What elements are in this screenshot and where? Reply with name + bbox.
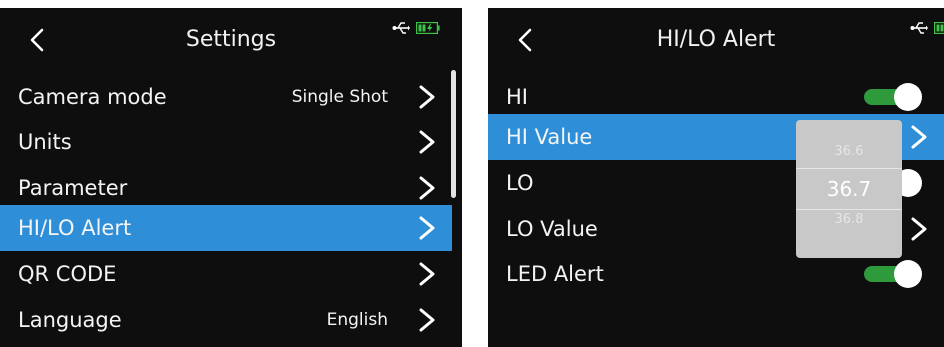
usb-icon xyxy=(910,22,928,34)
battery-charging-icon xyxy=(934,22,944,34)
menu-item-label: Units xyxy=(18,130,72,154)
chevron-right-icon xyxy=(419,130,435,154)
chevron-right-icon xyxy=(911,125,927,149)
menu-item-language[interactable]: Language English xyxy=(0,297,452,343)
chevron-right-icon xyxy=(911,217,927,241)
menu-item-hi-lo-alert[interactable]: HI/LO Alert xyxy=(0,205,452,251)
chevron-right-icon xyxy=(419,262,435,286)
menu-item-units[interactable]: Units xyxy=(0,119,452,165)
menu-item-camera-mode[interactable]: Camera mode Single Shot xyxy=(0,74,452,120)
menu-item-value: English xyxy=(326,310,388,330)
usb-icon xyxy=(392,22,410,34)
toggle-knob xyxy=(894,260,922,288)
settings-screen: Settings Camera mode Single Shot Units P… xyxy=(0,8,462,347)
value-picker[interactable]: 36.6 36.7 36.8 xyxy=(796,120,902,258)
setting-label: LO Value xyxy=(506,217,598,241)
header: HI/LO Alert xyxy=(488,8,944,70)
chevron-right-icon xyxy=(419,176,435,200)
battery-charging-icon xyxy=(416,22,440,34)
picker-option-next[interactable]: 36.8 xyxy=(796,212,902,227)
led-alert-toggle[interactable] xyxy=(864,260,922,288)
setting-label: HI Value xyxy=(506,125,593,149)
chevron-right-icon xyxy=(419,85,435,109)
menu-item-qr-code[interactable]: QR CODE xyxy=(0,251,452,297)
hi-toggle[interactable] xyxy=(864,83,922,111)
menu-item-label: HI/LO Alert xyxy=(18,216,132,240)
header: Settings xyxy=(0,8,462,70)
picker-option-current[interactable]: 36.7 xyxy=(796,168,902,210)
menu-item-value: Single Shot xyxy=(291,87,388,107)
hi-lo-alert-screen: HI/LO Alert HI HI Value LO LO Value LED … xyxy=(488,8,944,347)
chevron-right-icon xyxy=(419,308,435,332)
setting-label: LED Alert xyxy=(506,262,604,286)
menu-item-label: Camera mode xyxy=(18,85,167,109)
picker-option-previous[interactable]: 36.6 xyxy=(796,144,902,159)
page-title: HI/LO Alert xyxy=(656,27,776,52)
scrollbar[interactable] xyxy=(451,70,456,198)
setting-label: LO xyxy=(506,171,534,195)
menu-item-label: QR CODE xyxy=(18,262,117,286)
chevron-right-icon xyxy=(419,216,435,240)
menu-item-label: Language xyxy=(18,308,122,332)
toggle-knob xyxy=(894,83,922,111)
